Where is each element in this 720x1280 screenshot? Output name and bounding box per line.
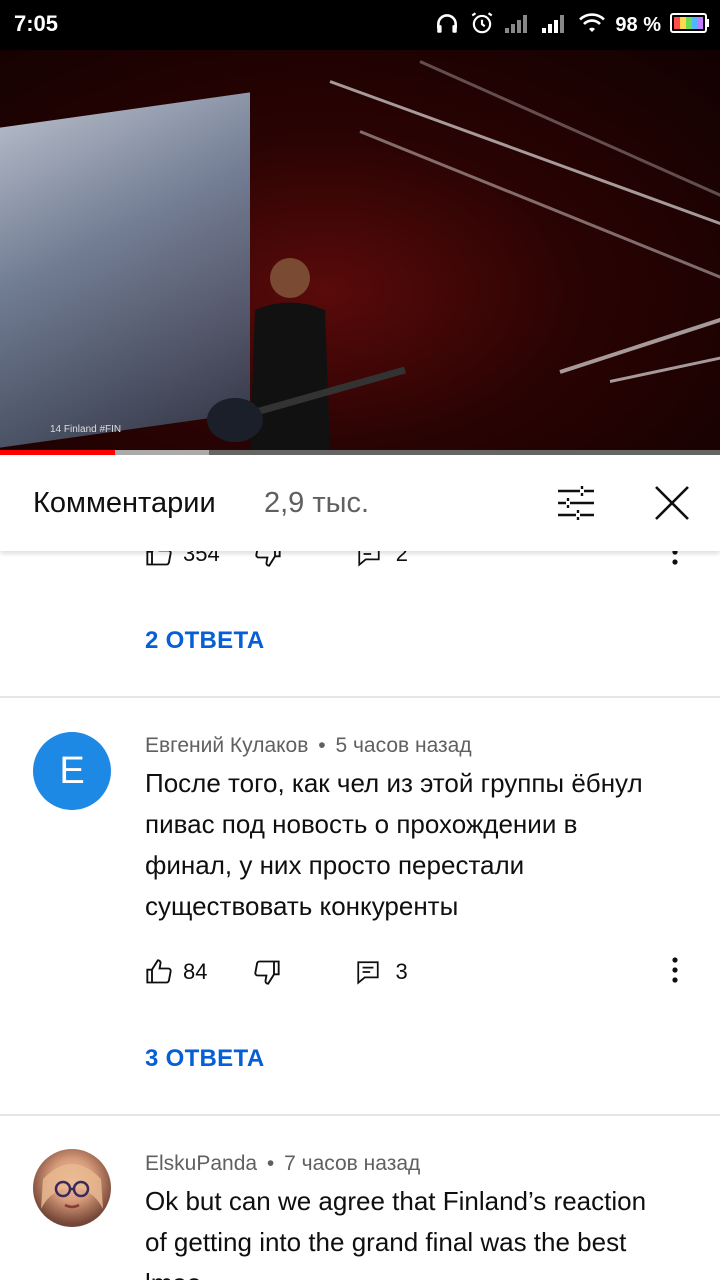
cell-signal-icon bbox=[504, 12, 532, 39]
status-bar: 7:05 98 % bbox=[0, 0, 720, 50]
comment-divider bbox=[0, 1114, 720, 1116]
comment-text: После того, как чел из этой группы ёбнул… bbox=[145, 763, 705, 927]
like-button[interactable]: 84 bbox=[145, 958, 207, 986]
battery-icon bbox=[670, 12, 710, 39]
comments-list[interactable]: 354 2 2 ОТВЕТА E Евгений Кулаков • 5 час… bbox=[0, 551, 720, 1280]
comment-divider bbox=[0, 696, 720, 698]
avatar[interactable]: E bbox=[33, 732, 111, 810]
view-replies-link[interactable]: 2 ОТВЕТА bbox=[145, 627, 265, 655]
thumb-down-icon bbox=[254, 960, 281, 985]
comment-time: 5 часов назад bbox=[335, 734, 472, 757]
comment-meta: ElskuPanda • 7 часов назад bbox=[145, 1152, 420, 1176]
comments-count: 2,9 тыс. bbox=[264, 487, 370, 519]
comment-text-line: Ok but can we agree that Finland’s react… bbox=[145, 1186, 647, 1216]
reply-button[interactable]: 3 bbox=[355, 959, 408, 985]
stage-light-ray bbox=[609, 350, 720, 383]
video-caption: 14 Finland #FIN bbox=[50, 424, 122, 435]
thumb-up-icon bbox=[146, 551, 172, 566]
battery-percent: 98 % bbox=[615, 13, 661, 36]
comment-meta: Евгений Кулаков • 5 часов назад bbox=[145, 734, 472, 758]
comment-author[interactable]: ElskuPanda bbox=[145, 1152, 257, 1175]
comment-text-line: финал, у них просто перестали bbox=[145, 850, 525, 880]
comment-author[interactable]: Евгений Кулаков bbox=[145, 734, 308, 757]
stage-light-ray bbox=[329, 80, 720, 227]
like-count: 84 bbox=[183, 959, 208, 984]
reply-count: 3 bbox=[395, 959, 408, 984]
reply-count: 2 bbox=[395, 551, 408, 566]
comment-time: 7 часов назад bbox=[284, 1152, 421, 1175]
alarm-icon bbox=[469, 10, 495, 41]
close-icon[interactable] bbox=[652, 483, 692, 528]
sort-filter-icon[interactable] bbox=[556, 485, 596, 526]
cell-signal-icon-2 bbox=[541, 12, 569, 39]
comment-text-line: of getting into the grand final was the … bbox=[145, 1227, 627, 1257]
comment-text-line: пивас под новость о прохождении в bbox=[145, 809, 578, 839]
view-replies-link[interactable]: 3 ОТВЕТА bbox=[145, 1045, 265, 1073]
reply-button[interactable]: 2 bbox=[356, 551, 408, 567]
avatar-letter: E bbox=[59, 749, 85, 792]
dislike-button[interactable] bbox=[254, 551, 282, 568]
dislike-button[interactable] bbox=[253, 958, 281, 986]
comment-text-line: существовать конкуренты bbox=[145, 891, 459, 921]
reply-icon bbox=[357, 961, 380, 985]
thumb-down-icon bbox=[255, 551, 281, 567]
avatar-photo bbox=[41, 1164, 103, 1209]
wifi-icon bbox=[578, 11, 606, 40]
like-count: 354 bbox=[183, 551, 220, 566]
comment-actions: 354 2 bbox=[145, 551, 705, 571]
meta-separator: • bbox=[318, 734, 326, 757]
reply-icon bbox=[358, 551, 380, 567]
more-options-icon[interactable] bbox=[671, 956, 679, 989]
avatar[interactable] bbox=[33, 1149, 111, 1227]
meta-separator: • bbox=[266, 1152, 275, 1175]
stage-light-ray bbox=[419, 60, 720, 210]
more-options-icon[interactable] bbox=[671, 551, 679, 571]
thumb-up-icon bbox=[146, 959, 172, 984]
status-icons: 98 % bbox=[434, 8, 710, 42]
comment-text-line: После того, как чел из этой группы ёбнул bbox=[145, 768, 643, 798]
headphones-icon bbox=[434, 10, 460, 41]
comment-text: Ok but can we agree that Finland’s react… bbox=[145, 1181, 705, 1280]
comments-title: Комментарии bbox=[33, 487, 216, 519]
status-time: 7:05 bbox=[14, 11, 59, 36]
comments-header: Комментарии 2,9 тыс. bbox=[0, 455, 720, 551]
like-button[interactable]: 354 bbox=[145, 551, 220, 568]
comment-actions: 84 3 bbox=[145, 955, 705, 989]
comment-text-line: lmao bbox=[145, 1263, 705, 1280]
performer-figure bbox=[207, 258, 406, 450]
video-player[interactable]: 14 Finland #FIN bbox=[0, 50, 720, 452]
